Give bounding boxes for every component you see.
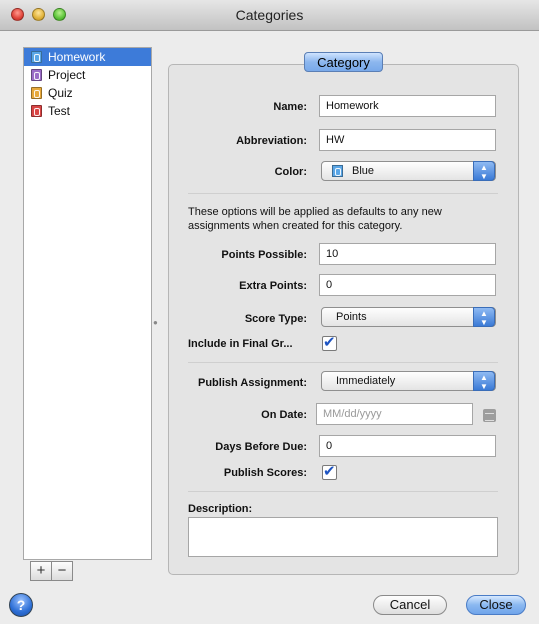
category-item-label: Quiz — [48, 86, 73, 100]
name-label: Name: — [273, 101, 307, 113]
blue-swatch-icon — [332, 165, 343, 177]
defaults-note: These options will be applied as default… — [188, 206, 442, 232]
on-date-label: On Date: — [261, 409, 307, 421]
days-before-due-field[interactable]: 0 — [319, 435, 496, 457]
category-color-icon — [31, 69, 42, 81]
on-date-field[interactable]: MM/dd/yyyy — [316, 403, 473, 425]
category-item-quiz[interactable]: Quiz — [24, 84, 151, 102]
tab-category[interactable]: Category — [304, 52, 383, 72]
days-before-due-label: Days Before Due: — [215, 441, 307, 453]
points-possible-label: Points Possible: — [221, 249, 307, 261]
description-field[interactable] — [188, 517, 498, 557]
close-button[interactable]: Close — [466, 595, 526, 615]
points-possible-field[interactable]: 10 — [319, 243, 496, 265]
divider — [188, 362, 498, 363]
publish-scores-label: Publish Scores: — [223, 467, 307, 479]
categories-window: Categories Homework Project Quiz Test ● … — [0, 0, 539, 624]
remove-category-button[interactable]: − — [52, 561, 73, 581]
popup-arrows-icon: ▲ ▼ — [473, 161, 495, 181]
calendar-icon[interactable] — [483, 409, 496, 422]
abbreviation-label: Abbreviation: — [236, 135, 307, 147]
cancel-button[interactable]: Cancel — [373, 595, 447, 615]
category-list[interactable]: Homework Project Quiz Test — [23, 47, 152, 560]
category-item-label: Project — [48, 68, 86, 82]
popup-arrows-icon: ▲ ▼ — [473, 307, 495, 327]
extra-points-field[interactable]: 0 — [319, 274, 496, 296]
description-label: Description: — [188, 503, 253, 515]
color-label: Color: — [274, 166, 307, 178]
category-item-test[interactable]: Test — [24, 102, 151, 120]
add-remove-control: + − — [30, 561, 73, 581]
divider — [188, 491, 498, 492]
score-type-value: Points — [336, 311, 367, 323]
category-item-homework[interactable]: Homework — [24, 48, 151, 66]
name-field[interactable]: Homework — [319, 95, 496, 117]
popup-arrows-icon: ▲ ▼ — [473, 371, 495, 391]
category-item-project[interactable]: Project — [24, 66, 151, 84]
help-icon[interactable]: ? — [9, 593, 33, 617]
window-title: Categories — [235, 7, 304, 23]
category-color-icon — [31, 87, 42, 99]
publish-assignment-popup[interactable]: Immediately ▲ ▼ — [321, 371, 496, 391]
score-type-label: Score Type: — [244, 313, 307, 325]
add-category-button[interactable]: + — [30, 561, 52, 581]
title-bar: Categories — [0, 0, 539, 31]
color-popup-value: Blue — [352, 165, 375, 177]
publish-assignment-value: Immediately — [336, 375, 396, 387]
publish-assignment-label: Publish Assignment: — [198, 377, 307, 389]
score-type-popup[interactable]: Points ▲ ▼ — [321, 307, 496, 327]
divider — [188, 193, 498, 194]
category-item-label: Test — [48, 104, 71, 118]
include-final-grade-checkbox[interactable] — [322, 333, 337, 351]
category-color-icon — [31, 51, 42, 63]
publish-scores-checkbox[interactable] — [322, 462, 337, 480]
category-color-icon — [31, 105, 42, 117]
abbreviation-field[interactable]: HW — [319, 129, 496, 151]
category-item-label: Homework — [48, 50, 106, 64]
include-final-grade-label: Include in Final Gr... — [188, 338, 293, 350]
color-popup[interactable]: Blue ▲ ▼ — [321, 161, 496, 181]
extra-points-label: Extra Points: — [239, 280, 307, 292]
split-view-handle[interactable]: ● — [153, 318, 158, 327]
